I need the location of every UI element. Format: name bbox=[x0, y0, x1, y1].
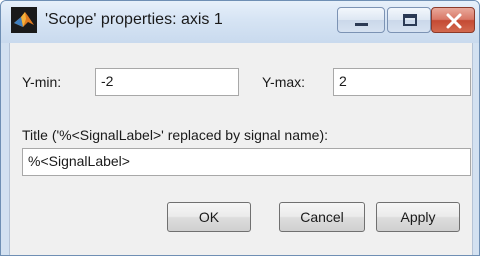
close-icon bbox=[446, 13, 462, 29]
minimize-button[interactable] bbox=[337, 7, 385, 33]
title-bar[interactable]: 'Scope' properties: axis 1 bbox=[1, 1, 479, 43]
maximize-icon bbox=[403, 14, 417, 26]
ymax-label: Y-max: bbox=[262, 74, 306, 90]
title-input[interactable]: %<SignalLabel> bbox=[22, 148, 471, 176]
apply-button[interactable]: Apply bbox=[376, 202, 460, 232]
close-button[interactable] bbox=[431, 7, 475, 33]
maximize-button[interactable] bbox=[387, 7, 431, 33]
ymax-input[interactable]: 2 bbox=[333, 68, 471, 96]
minimize-icon bbox=[355, 23, 368, 26]
ok-button[interactable]: OK bbox=[167, 202, 251, 232]
properties-dialog: 'Scope' properties: axis 1 Y-min: -2 Y-m… bbox=[0, 0, 480, 256]
ymin-input[interactable]: -2 bbox=[95, 68, 239, 96]
ymin-label: Y-min: bbox=[22, 74, 62, 90]
dialog-content: Y-min: -2 Y-max: 2 Title ('%<SignalLabel… bbox=[9, 43, 473, 255]
cancel-button[interactable]: Cancel bbox=[279, 202, 365, 232]
matlab-membrane-icon bbox=[11, 7, 37, 33]
window-title: 'Scope' properties: axis 1 bbox=[45, 11, 223, 28]
title-field-label: Title ('%<SignalLabel>' replaced by sign… bbox=[22, 127, 328, 143]
